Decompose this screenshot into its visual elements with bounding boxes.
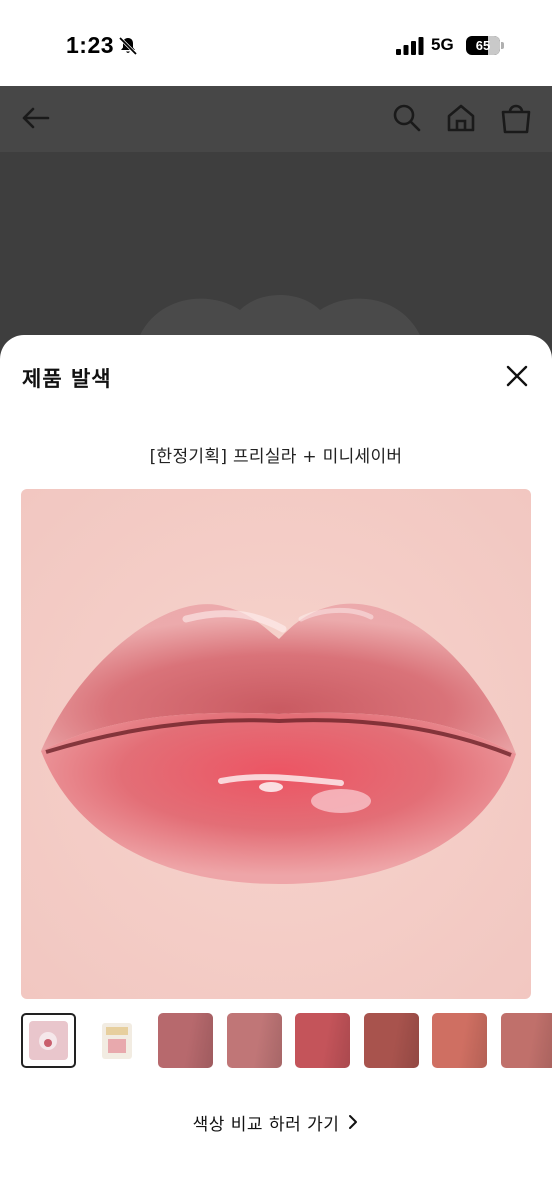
color-swatch-sheet: 제품 발색 [한정기획] 프리실라 + 미니세이버 색상 비교 하러 가기: [0, 335, 552, 1200]
product-box-image: [29, 1021, 68, 1060]
compare-colors-label: 색상 비교 하러 가기: [192, 1114, 340, 1135]
battery-level: 65: [475, 38, 491, 53]
swatch-thumbnail[interactable]: [500, 1013, 552, 1068]
shopping-bag-icon[interactable]: [498, 100, 534, 136]
battery-icon: 65: [466, 36, 504, 55]
bell-slash-icon: [118, 36, 138, 56]
swatch-thumbnail[interactable]: [363, 1013, 419, 1068]
lip-swatch-image: [21, 489, 531, 999]
sheet-title: 제품 발색: [22, 367, 112, 391]
status-time: 1:23: [66, 32, 115, 58]
compare-colors-link[interactable]: 색상 비교 하러 가기: [0, 1107, 552, 1137]
swatch-thumbnails: [21, 1013, 552, 1069]
signal-bars-icon: [396, 37, 424, 55]
swatch-thumbnail[interactable]: [432, 1013, 487, 1068]
home-icon[interactable]: [443, 100, 479, 136]
swatch-thumbnail[interactable]: [295, 1013, 350, 1068]
close-icon: [506, 365, 528, 387]
network-label: 5G: [431, 35, 454, 54]
search-icon[interactable]: [389, 100, 425, 136]
close-button[interactable]: [500, 359, 534, 393]
status-bar: 1:23 5G 65: [0, 0, 552, 86]
product-name: [한정기획] 프리실라 + 미니세이버: [149, 447, 403, 467]
chevron-right-icon: [349, 1115, 358, 1129]
swatch-thumbnail[interactable]: [226, 1013, 282, 1068]
back-arrow-icon[interactable]: [18, 100, 54, 136]
swatch-thumbnail[interactable]: [158, 1013, 213, 1068]
product-package-image: [101, 1023, 132, 1059]
swatch-thumbnail[interactable]: [89, 1013, 145, 1068]
swatch-thumbnail[interactable]: [21, 1013, 76, 1068]
